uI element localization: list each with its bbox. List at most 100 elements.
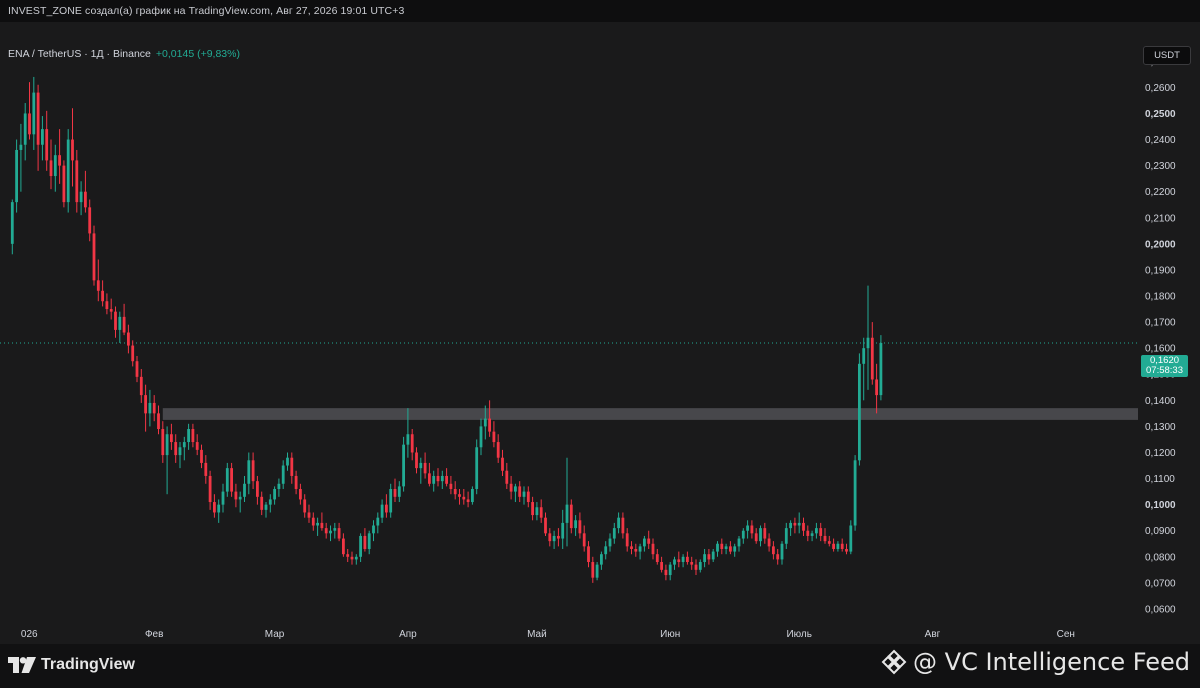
candle-body: [703, 554, 706, 563]
candle-body: [182, 442, 186, 448]
tradingview-logo-icon: [8, 657, 36, 673]
candle-body: [862, 348, 866, 364]
candle-body: [784, 528, 788, 544]
candle-body: [268, 499, 272, 505]
candle-body: [92, 233, 96, 281]
candle-body: [681, 556, 685, 563]
candle-body: [569, 504, 573, 529]
candle-body: [815, 528, 818, 534]
candle-body: [238, 496, 242, 500]
candle[interactable]: [471, 486, 474, 505]
candle[interactable]: [853, 455, 857, 531]
currency-button[interactable]: USDT: [1143, 46, 1191, 65]
candle-body: [763, 528, 767, 539]
candle-body: [208, 475, 212, 503]
candle-body: [58, 155, 61, 166]
watermark-text: @ VC Intelligence Feed: [913, 648, 1190, 676]
candle-body: [651, 543, 655, 555]
candle-body: [574, 520, 577, 529]
candle-body: [737, 538, 741, 547]
binance-diamond-icon: [881, 649, 907, 675]
candle-body: [776, 554, 780, 560]
candle-body: [746, 525, 749, 531]
candle[interactable]: [858, 353, 861, 466]
y-tick-label: 0,1800: [1145, 292, 1176, 303]
candle-body: [698, 562, 702, 570]
candle-body: [449, 483, 453, 489]
chart-legend[interactable]: ENA / TetherUS · 1Д · Binance +0,0145 (+9…: [8, 48, 240, 60]
candle-body: [733, 546, 737, 552]
candle-body: [565, 504, 569, 523]
candle-body: [53, 155, 57, 177]
candle-body: [475, 447, 479, 489]
candle[interactable]: [595, 562, 599, 581]
candle-body: [62, 165, 66, 203]
candle-body: [71, 139, 74, 161]
candle-body: [531, 502, 534, 516]
candle-body: [359, 535, 362, 557]
candle-body: [230, 468, 233, 492]
candle-body: [307, 512, 311, 518]
candle-body: [290, 457, 294, 476]
candle[interactable]: [475, 439, 479, 495]
candle-body: [342, 538, 345, 555]
candle-body: [810, 533, 814, 536]
y-tick-label: 0,2300: [1145, 161, 1176, 172]
candle-body: [832, 543, 835, 549]
candle[interactable]: [92, 225, 96, 286]
tradingview-brand[interactable]: TradingView: [8, 656, 135, 674]
candle[interactable]: [62, 160, 66, 208]
candle-body: [423, 462, 427, 474]
candle-body: [595, 564, 599, 578]
y-tick-label: 0,2500: [1145, 109, 1176, 120]
y-tick-label: 0,1300: [1145, 422, 1176, 433]
candle-body: [303, 499, 307, 513]
chart-panel[interactable]: 0,0600 0,0700 0,0800 0,0900 0,1000 0,1100 0,12…: [0, 22, 1200, 644]
candle-body: [445, 475, 448, 484]
candle-body: [118, 316, 122, 330]
candle-body: [823, 535, 827, 542]
y-tick-label: 0,1400: [1145, 396, 1176, 407]
candle-body: [496, 442, 500, 458]
candle-body: [36, 92, 40, 145]
candle-body: [264, 504, 268, 510]
x-tick-label: Фев: [145, 629, 163, 640]
candle-body: [759, 528, 762, 542]
candle-body: [320, 522, 324, 529]
candle-body: [870, 337, 874, 380]
support-zone[interactable]: [162, 408, 1139, 420]
candle-body: [539, 507, 543, 518]
candle[interactable]: [15, 139, 18, 213]
candle-body: [806, 530, 810, 536]
price-chart[interactable]: 0,0600 0,0700 0,0800 0,0900 0,1000 0,1100 0,12…: [0, 22, 1200, 644]
y-tick-label: 0,2200: [1145, 187, 1176, 198]
candle-body: [845, 548, 848, 552]
candle-body: [432, 475, 436, 484]
candle[interactable]: [879, 335, 883, 401]
candle-body: [256, 481, 259, 497]
candle-body: [552, 535, 556, 542]
candle-body: [144, 395, 147, 414]
candle-body: [105, 301, 109, 310]
candle-body: [406, 434, 410, 445]
candle[interactable]: [402, 436, 405, 492]
candle-body: [419, 462, 423, 469]
candle-body: [600, 554, 603, 565]
candle-body: [96, 280, 100, 291]
candle-body: [544, 517, 547, 534]
candle-body: [840, 543, 844, 549]
candle[interactable]: [66, 129, 70, 213]
symbol-label[interactable]: ENA / TetherUS · 1Д · Binance: [8, 48, 151, 60]
candle-body: [294, 475, 298, 489]
candle-body: [277, 483, 281, 489]
candle-body: [84, 191, 87, 208]
candle-body: [522, 491, 526, 497]
bar-countdown: 07:58:33: [1146, 365, 1183, 376]
candle-body: [299, 488, 302, 500]
candle-body: [165, 434, 169, 456]
candle-body: [673, 559, 676, 565]
candle-body: [514, 486, 517, 492]
y-tick-label: 0,2100: [1145, 213, 1176, 224]
candle-body: [729, 546, 732, 552]
candle-body: [875, 379, 878, 396]
